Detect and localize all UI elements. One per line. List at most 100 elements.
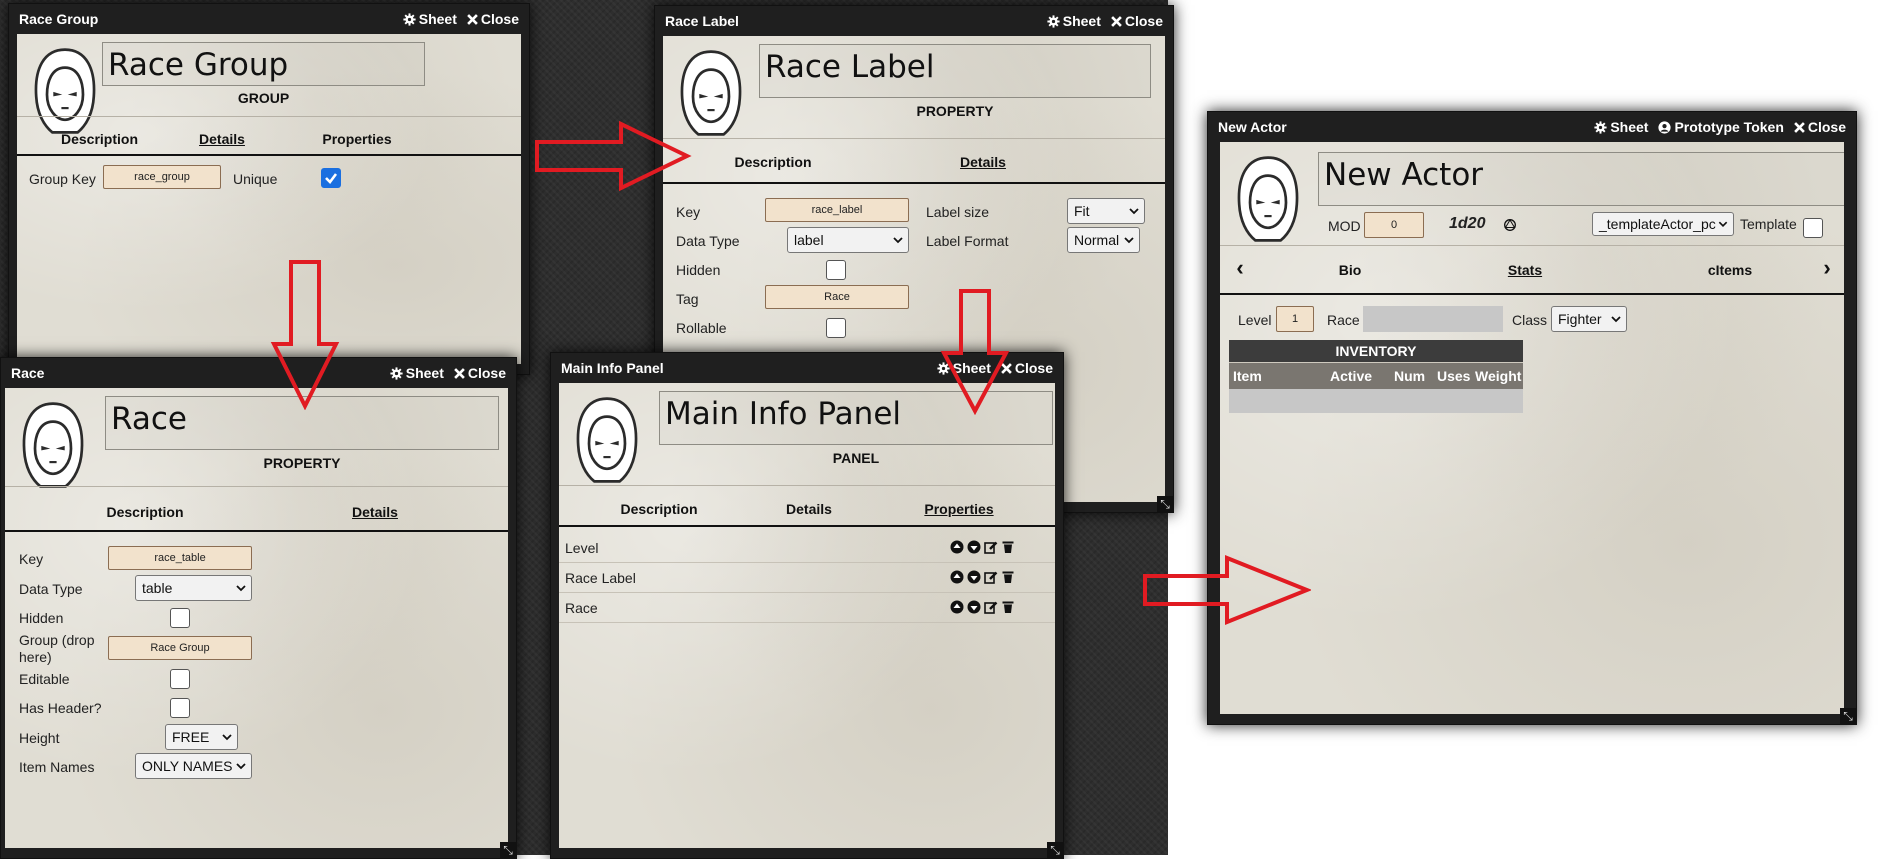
hidden-checkbox[interactable] <box>826 260 846 280</box>
chevron-down-icon <box>1129 208 1139 215</box>
close-icon <box>1794 121 1805 133</box>
class-label: Class <box>1512 312 1548 328</box>
resize-handle[interactable]: ⤡ <box>500 842 516 858</box>
list-item[interactable]: Level <box>559 533 1055 563</box>
group-key-input[interactable]: race_group <box>103 165 221 189</box>
window-title: New Actor <box>1218 119 1287 135</box>
sheet-button[interactable]: Sheet <box>403 11 457 27</box>
tab-description[interactable]: Description <box>589 501 729 517</box>
actor-name-field[interactable]: New Actor <box>1318 152 1844 206</box>
tab-bio[interactable]: Bio <box>1290 262 1410 278</box>
unique-checkbox[interactable] <box>321 168 341 188</box>
close-button[interactable]: Close <box>1794 119 1846 135</box>
divider <box>1220 245 1844 246</box>
tab-details[interactable]: Details <box>739 501 879 517</box>
has-header-checkbox[interactable] <box>170 698 190 718</box>
tab-properties[interactable]: Properties <box>889 501 1029 517</box>
move-up-icon[interactable] <box>950 570 964 584</box>
rollable-label: Rollable <box>676 320 727 336</box>
tab-details[interactable]: Details <box>157 131 287 147</box>
prototype-token-button[interactable]: Prototype Token <box>1658 119 1784 135</box>
sheet-button[interactable]: Sheet <box>1594 119 1648 135</box>
move-down-icon[interactable] <box>967 570 981 584</box>
chevron-down-icon <box>222 734 232 741</box>
template-checkbox[interactable] <box>1803 218 1823 238</box>
tab-nav-prev[interactable]: ‹ <box>1230 257 1250 279</box>
move-up-icon[interactable] <box>950 540 964 554</box>
group-drop-input[interactable]: Race Group <box>108 636 252 660</box>
mod-input[interactable]: 0 <box>1364 212 1424 238</box>
tab-stats[interactable]: Stats <box>1465 262 1585 278</box>
avatar-hood-icon[interactable] <box>571 395 643 485</box>
tab-details[interactable]: Details <box>913 154 1053 170</box>
avatar-hood-icon[interactable] <box>17 400 89 490</box>
hidden-checkbox[interactable] <box>170 608 190 628</box>
label-size-select[interactable]: Fit <box>1067 198 1145 224</box>
move-down-icon[interactable] <box>967 600 981 614</box>
height-label: Height <box>19 730 60 746</box>
list-item[interactable]: Race Label <box>559 563 1055 593</box>
class-select[interactable]: Fighter <box>1551 306 1627 332</box>
tag-input[interactable]: Race <box>765 285 909 309</box>
key-label: Key <box>19 551 44 567</box>
list-item[interactable]: Race <box>559 593 1055 623</box>
close-button[interactable]: Close <box>467 11 519 27</box>
divider <box>559 485 1055 486</box>
window-header[interactable]: Race Label Sheet Close <box>655 6 1173 36</box>
check-icon <box>325 173 338 184</box>
sheet-button[interactable]: Sheet <box>1047 13 1101 29</box>
window-header[interactable]: Race Group Sheet Close <box>9 4 529 34</box>
label-format-select[interactable]: Normal <box>1067 227 1140 253</box>
hidden-label: Hidden <box>19 610 64 626</box>
height-select[interactable]: FREE <box>165 724 238 750</box>
resize-handle[interactable]: ⤡ <box>1840 708 1856 724</box>
tab-description[interactable]: Description <box>75 504 215 520</box>
edit-icon[interactable] <box>984 600 998 614</box>
window-header[interactable]: New Actor Sheet Prototype Token Close <box>1208 112 1856 142</box>
resize-handle[interactable]: ⤡ <box>1157 496 1173 512</box>
tab-nav-next[interactable]: › <box>1817 257 1837 279</box>
delete-icon[interactable] <box>1001 570 1015 584</box>
editable-label: Editable <box>19 671 70 687</box>
sheet-body: Main Info Panel PANEL Description Detail… <box>559 383 1055 848</box>
delete-icon[interactable] <box>1001 540 1015 554</box>
dice-icon[interactable] <box>1504 219 1516 231</box>
name-field[interactable]: Race Group <box>102 42 425 86</box>
row-actions <box>950 540 1015 554</box>
tab-properties[interactable]: Properties <box>287 131 427 147</box>
template-label: Template <box>1740 216 1797 232</box>
key-input[interactable]: race_label <box>765 198 909 222</box>
right-arrow-annotation <box>535 120 692 192</box>
move-up-icon[interactable] <box>950 600 964 614</box>
name-field[interactable]: Race Label <box>759 44 1151 98</box>
delete-icon[interactable] <box>1001 600 1015 614</box>
avatar-hood-icon[interactable] <box>29 46 101 136</box>
template-select[interactable]: _templateActor_pc <box>1592 212 1734 236</box>
item-names-select[interactable]: ONLY NAMES <box>135 753 252 779</box>
resize-handle[interactable]: ⤡ <box>1047 842 1063 858</box>
key-label: Key <box>676 204 701 220</box>
gear-icon <box>403 12 416 26</box>
data-type-select[interactable]: table <box>135 575 252 601</box>
move-down-icon[interactable] <box>967 540 981 554</box>
data-type-select[interactable]: label <box>787 227 909 253</box>
sheet-button[interactable]: Sheet <box>390 365 444 381</box>
tab-citems[interactable]: cItems <box>1670 262 1790 278</box>
hidden-label: Hidden <box>676 262 721 278</box>
edit-icon[interactable] <box>984 540 998 554</box>
level-input[interactable]: 1 <box>1276 306 1314 332</box>
has-header-label: Has Header? <box>19 700 102 716</box>
key-input[interactable]: race_table <box>108 546 252 570</box>
race-value-field[interactable] <box>1363 306 1503 332</box>
chevron-down-icon <box>1611 316 1621 323</box>
col-item: Item <box>1233 368 1262 384</box>
edit-icon[interactable] <box>984 570 998 584</box>
rollable-checkbox[interactable] <box>826 318 846 338</box>
window-header[interactable]: Race Sheet Close <box>1 358 516 388</box>
tab-details[interactable]: Details <box>305 504 445 520</box>
close-button[interactable]: Close <box>1111 13 1163 29</box>
avatar-hood-icon[interactable] <box>1232 154 1304 244</box>
editable-checkbox[interactable] <box>170 669 190 689</box>
tab-description[interactable]: Description <box>703 154 843 170</box>
close-button[interactable]: Close <box>454 365 506 381</box>
